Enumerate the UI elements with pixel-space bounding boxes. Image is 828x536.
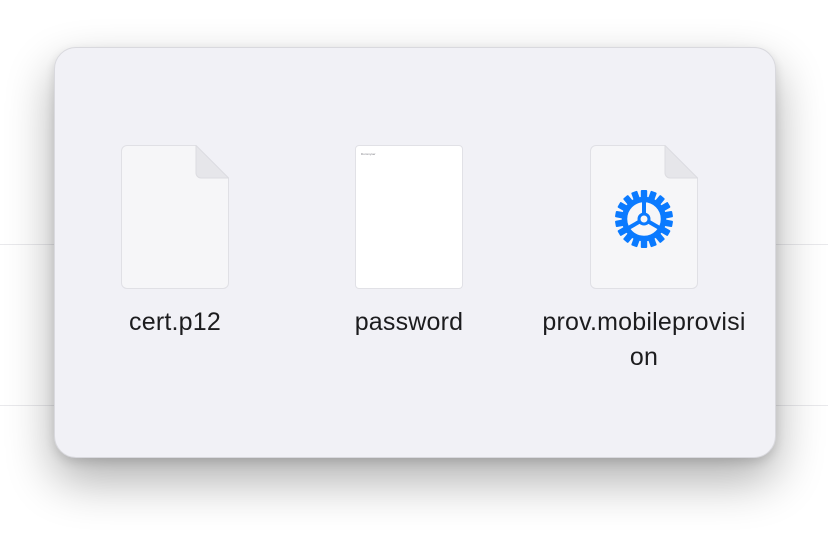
document-icon xyxy=(590,145,698,289)
file-item-provisioning-profile[interactable]: prov.mobileprovision xyxy=(539,145,749,375)
file-share-card: cert.p12 Dummyser password prov.mobilepr… xyxy=(54,47,776,458)
text-preview-thumbnail: Dummyser xyxy=(355,145,463,289)
file-name: cert.p12 xyxy=(129,308,221,336)
blank-document-icon xyxy=(121,145,229,289)
file-name: password xyxy=(354,308,464,336)
file-name: prov.mobileprovision xyxy=(542,308,746,371)
file-item-cert[interactable]: cert.p12 xyxy=(121,145,229,340)
preview-text: Dummyser xyxy=(361,152,376,156)
file-item-password[interactable]: Dummyser password xyxy=(325,145,493,340)
gear-icon xyxy=(615,190,673,248)
